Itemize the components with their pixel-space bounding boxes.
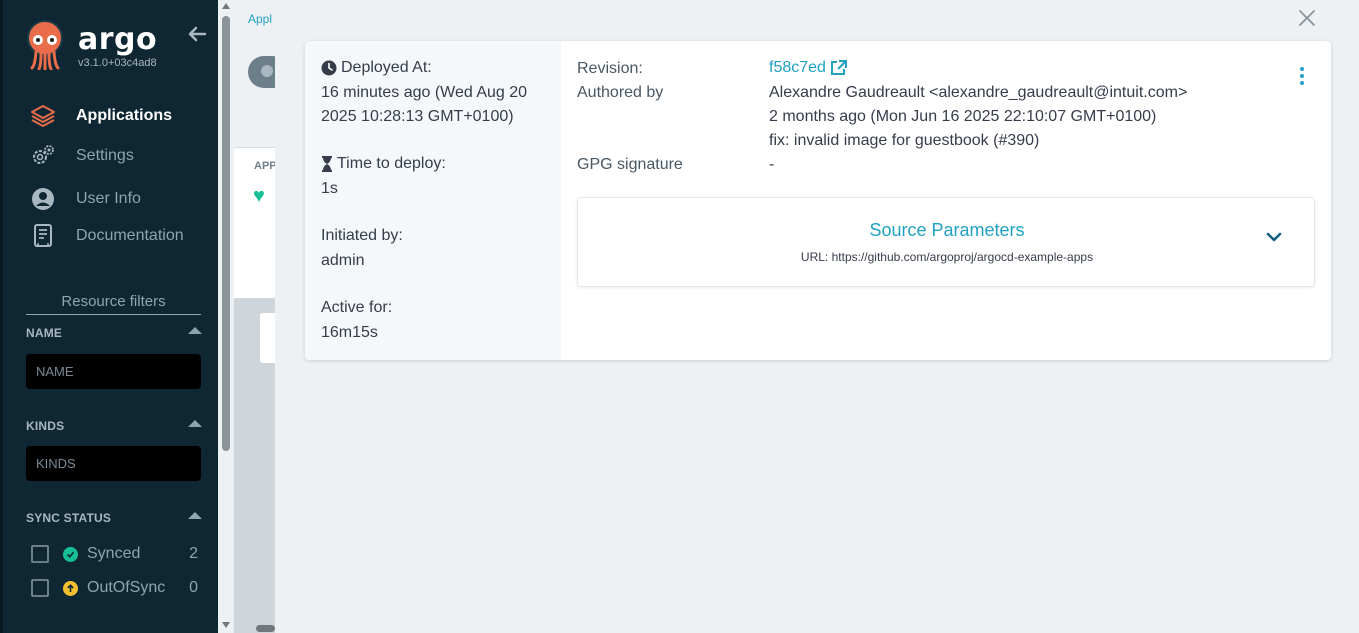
deployed-at-label: Deployed At: (321, 59, 432, 77)
clock-icon (321, 60, 337, 76)
check-circle-icon (63, 546, 78, 562)
source-parameters-expander[interactable]: Source Parameters URL: https://github.co… (577, 197, 1315, 287)
active-for-label: Active for: (321, 299, 393, 316)
arrow-up-circle-icon (63, 580, 78, 596)
nav-label: Documentation (76, 227, 184, 244)
collapse-sidebar-button[interactable] (185, 22, 209, 46)
initiated-by-value: admin (321, 252, 365, 269)
info-icon (261, 65, 273, 77)
close-panel-button[interactable] (1296, 7, 1318, 29)
nav-user-info[interactable]: User Info (29, 186, 141, 212)
commit-message-value: fix: invalid image for guestbook (#390) (769, 132, 1040, 149)
nav-label: Applications (76, 107, 173, 124)
sync-filter-synced[interactable]: Synced 2 (31, 543, 198, 565)
kinds-filter-input[interactable] (26, 446, 201, 481)
background-app-view: Appl APP ♥ (234, 0, 275, 633)
name-filter-label: NAME (26, 326, 63, 340)
deployment-card: Deployed At: 16 minutes ago (Wed Aug 20 … (305, 41, 1331, 360)
time-to-deploy-label: Time to deploy: (321, 155, 446, 173)
revision-link[interactable]: f58c7ed (769, 59, 847, 77)
sidebar: argo v3.1.0+03c4ad8 Applications Setting… (0, 0, 218, 633)
logo-wordmark: argo (78, 22, 158, 57)
gears-icon (29, 143, 57, 169)
author-value: Alexandre Gaudreault <alexandre_gaudreau… (769, 84, 1188, 101)
app-health-label: APP (254, 160, 275, 172)
sidebar-scrollbar[interactable] (218, 0, 234, 633)
kinds-filter-collapse-icon[interactable] (188, 420, 202, 427)
checkbox[interactable] (31, 545, 49, 563)
scroll-down-icon[interactable] (222, 622, 230, 628)
user-circle-icon (29, 186, 57, 212)
checkbox[interactable] (31, 579, 49, 597)
external-link-icon (830, 60, 847, 75)
revision-label: Revision: (577, 60, 643, 77)
kinds-filter-label: KINDS (26, 419, 65, 433)
heart-icon: ♥ (253, 185, 265, 207)
horizontal-scrollbar[interactable] (234, 622, 275, 633)
layers-icon (29, 103, 57, 129)
resource-card[interactable] (260, 313, 275, 363)
deployment-summary: Deployed At: 16 minutes ago (Wed Aug 20 … (305, 41, 561, 360)
close-icon (1299, 10, 1315, 26)
sync-filter-label: OutOfSync (87, 579, 166, 596)
source-parameters-title: Source Parameters (869, 220, 1025, 240)
book-icon (29, 223, 57, 249)
sync-filter-count: 2 (189, 545, 198, 562)
authored-by-label: Authored by (577, 84, 664, 101)
name-filter-input[interactable] (26, 354, 201, 389)
nav-label: Settings (76, 147, 134, 164)
nav-applications[interactable]: Applications (29, 103, 172, 129)
argo-logo-icon (25, 20, 67, 72)
sync-filter-outofsync[interactable]: OutOfSync 0 (31, 577, 198, 599)
nav-settings[interactable]: Settings (29, 143, 134, 169)
scrollbar-thumb[interactable] (256, 625, 275, 632)
initiated-by-label: Initiated by: (321, 227, 403, 244)
commit-date-value: 2 months ago (Mon Jun 16 2025 22:10:07 G… (769, 108, 1157, 125)
active-for-value: 16m15s (321, 324, 378, 341)
source-url: URL: https://github.com/argoproj/argocd-… (800, 250, 1094, 264)
nav-label: User Info (76, 190, 141, 207)
resource-filters-title: Resource filters (26, 293, 201, 315)
sync-filter-label: Synced (87, 545, 141, 562)
version-label: v3.1.0+03c4ad8 (78, 57, 157, 69)
scrollbar-thumb[interactable] (222, 16, 230, 451)
more-options-icon[interactable] (1297, 65, 1307, 87)
nav-documentation[interactable]: Documentation (29, 223, 184, 249)
gpg-signature-value: - (769, 156, 775, 173)
sync-status-filter-label: SYNC STATUS (26, 511, 112, 525)
chevron-down-icon[interactable] (1264, 230, 1284, 244)
name-filter-collapse-icon[interactable] (188, 327, 202, 334)
breadcrumb[interactable]: Appl (248, 12, 272, 26)
arrow-left-icon (188, 26, 207, 42)
revision-value: f58c7ed (769, 59, 847, 77)
scroll-up-icon[interactable] (222, 3, 230, 9)
sync-status-collapse-icon[interactable] (188, 512, 202, 519)
deployed-at-value: 16 minutes ago (Wed Aug 20 2025 10:28:13… (321, 84, 528, 125)
gpg-signature-label: GPG signature (577, 156, 683, 173)
sync-filter-count: 0 (189, 579, 198, 596)
deployment-details-panel: Deployed At: 16 minutes ago (Wed Aug 20 … (275, 0, 1359, 633)
time-to-deploy-value: 1s (321, 180, 338, 197)
hourglass-icon (321, 156, 333, 172)
